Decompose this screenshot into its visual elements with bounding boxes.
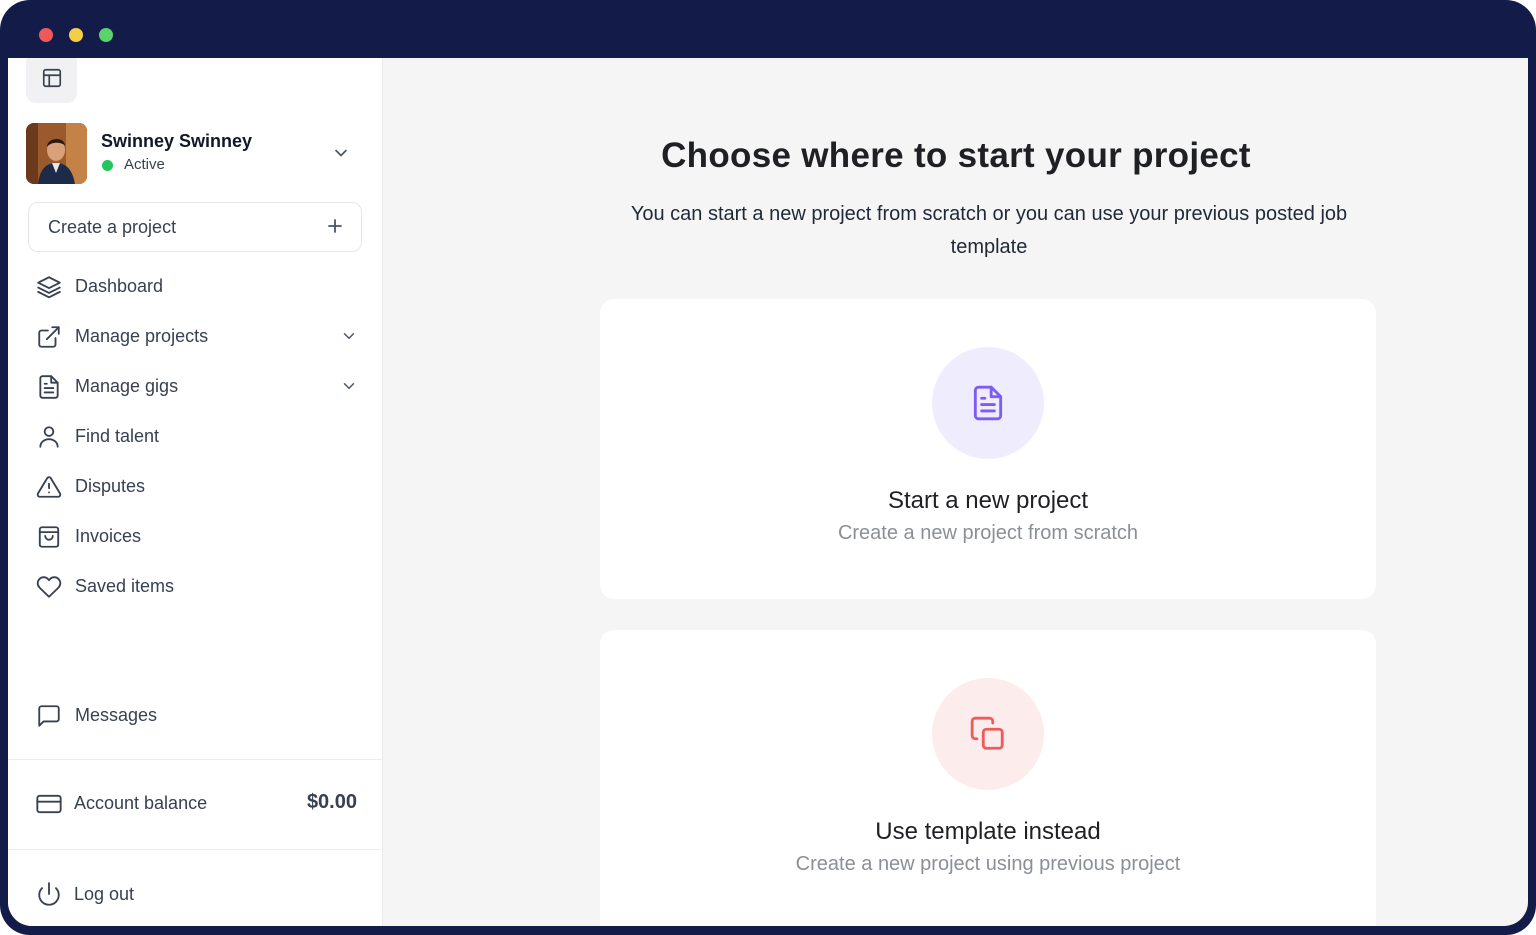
nav-item-label: Manage projects (75, 326, 209, 346)
account-balance-label: Account balance (74, 793, 208, 813)
nav-item-invoices[interactable]: Invoices (36, 516, 358, 556)
minimize-window-button[interactable] (69, 28, 83, 42)
start-new-project-icon-badge (932, 347, 1044, 459)
account-balance[interactable]: Account balance $0.00 (35, 786, 357, 822)
nav-item-label: Dashboard (75, 276, 164, 296)
nav-item-label: Manage gigs (75, 376, 179, 396)
use-template-card[interactable]: Use template instead Create a new projec… (600, 630, 1376, 926)
option-title: Start a new project (887, 487, 1089, 514)
layout-icon (42, 68, 61, 87)
sidebar-divider (8, 849, 383, 850)
message-square-icon (38, 705, 60, 727)
avatar (26, 123, 87, 184)
profile-status: Active (124, 156, 165, 173)
copy-icon (970, 716, 1004, 750)
logout-label: Log out (74, 884, 135, 904)
power-icon (38, 882, 60, 906)
app-frame: Swinney Swinney Active Create a project … (0, 0, 1536, 935)
option-description: Create a new project from scratch (837, 522, 1139, 544)
window-titlebar (0, 0, 1536, 58)
layout-toggle-button[interactable] (26, 58, 77, 103)
nav-item-find-talent[interactable]: Find talent (36, 416, 358, 456)
document-icon (39, 375, 59, 399)
user-icon (39, 426, 59, 448)
file-text-icon (973, 385, 1003, 421)
shopping-bag-icon (38, 526, 60, 548)
close-window-button[interactable] (39, 28, 53, 42)
nav-item-label: Invoices (75, 526, 142, 546)
nav-item-label: Disputes (75, 476, 146, 496)
maximize-window-button[interactable] (99, 28, 113, 42)
nav-item-messages[interactable]: Messages (36, 695, 358, 735)
nav-item-dashboard[interactable]: Dashboard (36, 266, 358, 306)
nav-item-disputes[interactable]: Disputes (36, 466, 358, 506)
heart-icon (36, 576, 62, 598)
external-link-icon (38, 326, 60, 348)
alert-triangle-icon (36, 476, 62, 498)
option-title: Use template instead (875, 818, 1101, 845)
nav-item-manage-gigs[interactable]: Manage gigs (36, 366, 358, 406)
app-window: Swinney Swinney Active Create a project … (8, 58, 1528, 926)
use-template-icon-badge (932, 678, 1044, 790)
credit-card-icon (36, 794, 62, 814)
nav-item-saved-items[interactable]: Saved items (36, 566, 358, 606)
plus-icon (328, 219, 342, 233)
create-project-button[interactable]: Create a project (28, 202, 362, 252)
sidebar-divider (8, 759, 383, 760)
logout-button[interactable]: Log out (36, 876, 236, 912)
chevron-down-icon (335, 149, 347, 157)
account-balance-amount: $0.00 (306, 791, 357, 813)
create-project-label: Create a project (48, 217, 177, 237)
page-title: Choose where to start your project (661, 136, 1251, 175)
sidebar: Swinney Swinney Active Create a project … (8, 58, 383, 926)
nav-item-label: Messages (75, 705, 158, 725)
option-description: Create a new project using previous proj… (795, 853, 1181, 875)
page-subtitle: You can start a new project from scratch… (630, 203, 1348, 258)
nav-item-manage-projects[interactable]: Manage projects (36, 316, 358, 356)
layers-icon (37, 276, 61, 299)
main-content: Choose where to start your project You c… (384, 58, 1528, 926)
profile-name: Swinney Swinney (101, 131, 253, 151)
nav-item-label: Saved items (75, 576, 175, 596)
chevron-down-icon (343, 383, 355, 389)
nav-item-label: Find talent (75, 426, 160, 446)
status-indicator (102, 160, 113, 171)
start-new-project-card[interactable]: Start a new project Create a new project… (600, 299, 1376, 599)
chevron-down-icon (343, 333, 355, 339)
profile-switcher[interactable]: Swinney Swinney Active (26, 123, 356, 185)
